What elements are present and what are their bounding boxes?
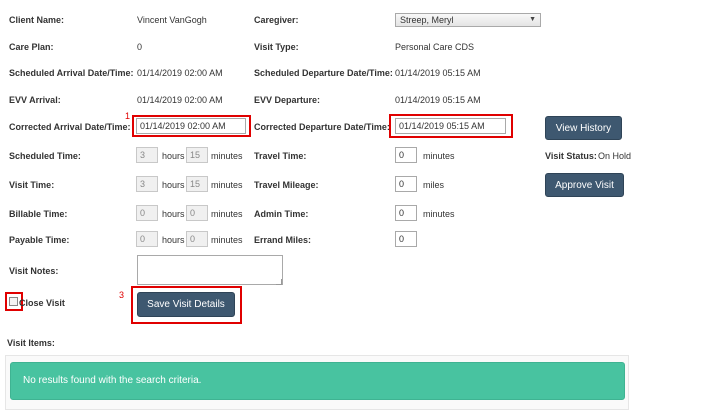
billable-hours-unit: hours — [162, 209, 185, 219]
resize-grip-icon[interactable] — [276, 279, 282, 285]
highlight-box-corrected-departure — [389, 114, 513, 138]
travel-time-unit: minutes — [423, 151, 455, 161]
visit-type-label: Visit Type: — [254, 42, 299, 52]
visit-minutes-unit: minutes — [211, 180, 243, 190]
corrected-departure-label: Corrected Departure Date/Time: — [254, 122, 390, 132]
visit-minutes-input[interactable] — [186, 176, 208, 192]
no-results-alert: No results found with the search criteri… — [10, 362, 625, 400]
visit-status-value: On Hold — [598, 151, 632, 161]
caregiver-select[interactable]: Streep, Meryl ▼ — [395, 13, 541, 27]
evv-arrival-value: 01/14/2019 02:00 AM — [137, 95, 223, 105]
caregiver-label: Caregiver: — [254, 15, 299, 25]
admin-time-unit: minutes — [423, 209, 455, 219]
travel-mileage-unit: miles — [423, 180, 445, 190]
visit-time-label: Visit Time: — [9, 180, 55, 190]
visit-hours-input[interactable] — [136, 176, 158, 192]
scheduled-departure-value: 01/14/2019 05:15 AM — [395, 68, 481, 78]
scheduled-hours-input[interactable] — [136, 147, 158, 163]
travel-mileage-label: Travel Mileage: — [254, 180, 319, 190]
visit-hours-unit: hours — [162, 180, 185, 190]
payable-time-label: Payable Time: — [9, 235, 70, 245]
scheduled-departure-label: Scheduled Departure Date/Time: — [254, 68, 393, 78]
visit-notes-textarea[interactable] — [137, 255, 283, 285]
payable-minutes-input[interactable] — [186, 231, 208, 247]
errand-miles-label: Errand Miles: — [254, 235, 312, 245]
evv-departure-value: 01/14/2019 05:15 AM — [395, 95, 481, 105]
annotation-marker-1: 1 — [125, 111, 131, 121]
visit-status-label: Visit Status: — [545, 151, 597, 161]
care-plan-value: 0 — [137, 42, 143, 52]
scheduled-hours-unit: hours — [162, 151, 185, 161]
chevron-down-icon: ▼ — [529, 16, 536, 23]
client-name-label: Client Name: — [9, 15, 65, 25]
errand-miles-input[interactable] — [395, 231, 417, 247]
admin-time-label: Admin Time: — [254, 209, 309, 219]
travel-time-label: Travel Time: — [254, 151, 307, 161]
payable-minutes-unit: minutes — [211, 235, 243, 245]
highlight-box-save — [131, 286, 242, 324]
payable-hours-input[interactable] — [136, 231, 158, 247]
highlight-box-corrected-arrival — [132, 115, 251, 137]
scheduled-time-label: Scheduled Time: — [9, 151, 81, 161]
visit-items-label: Visit Items: — [7, 338, 55, 348]
approve-visit-button[interactable]: Approve Visit — [545, 173, 624, 197]
view-history-button[interactable]: View History — [545, 116, 622, 140]
evv-arrival-label: EVV Arrival: — [9, 95, 61, 105]
billable-hours-input[interactable] — [136, 205, 158, 221]
corrected-arrival-label: Corrected Arrival Date/Time: — [9, 122, 131, 132]
scheduled-arrival-label: Scheduled Arrival Date/Time: — [9, 68, 134, 78]
travel-time-input[interactable] — [395, 147, 417, 163]
care-plan-label: Care Plan: — [9, 42, 54, 52]
evv-departure-label: EVV Departure: — [254, 95, 321, 105]
visit-notes-label: Visit Notes: — [9, 266, 59, 276]
travel-mileage-input[interactable] — [395, 176, 417, 192]
caregiver-select-value: Streep, Meryl — [400, 15, 454, 25]
annotation-marker-3: 3 — [119, 290, 125, 300]
close-visit-label: Close Visit — [19, 298, 65, 308]
admin-time-input[interactable] — [395, 205, 417, 221]
scheduled-minutes-unit: minutes — [211, 151, 243, 161]
billable-time-label: Billable Time: — [9, 209, 68, 219]
client-name-value: Vincent VanGogh — [137, 15, 207, 25]
scheduled-minutes-input[interactable] — [186, 147, 208, 163]
billable-minutes-input[interactable] — [186, 205, 208, 221]
visit-type-value: Personal Care CDS — [395, 42, 475, 52]
scheduled-arrival-value: 01/14/2019 02:00 AM — [137, 68, 223, 78]
billable-minutes-unit: minutes — [211, 209, 243, 219]
payable-hours-unit: hours — [162, 235, 185, 245]
